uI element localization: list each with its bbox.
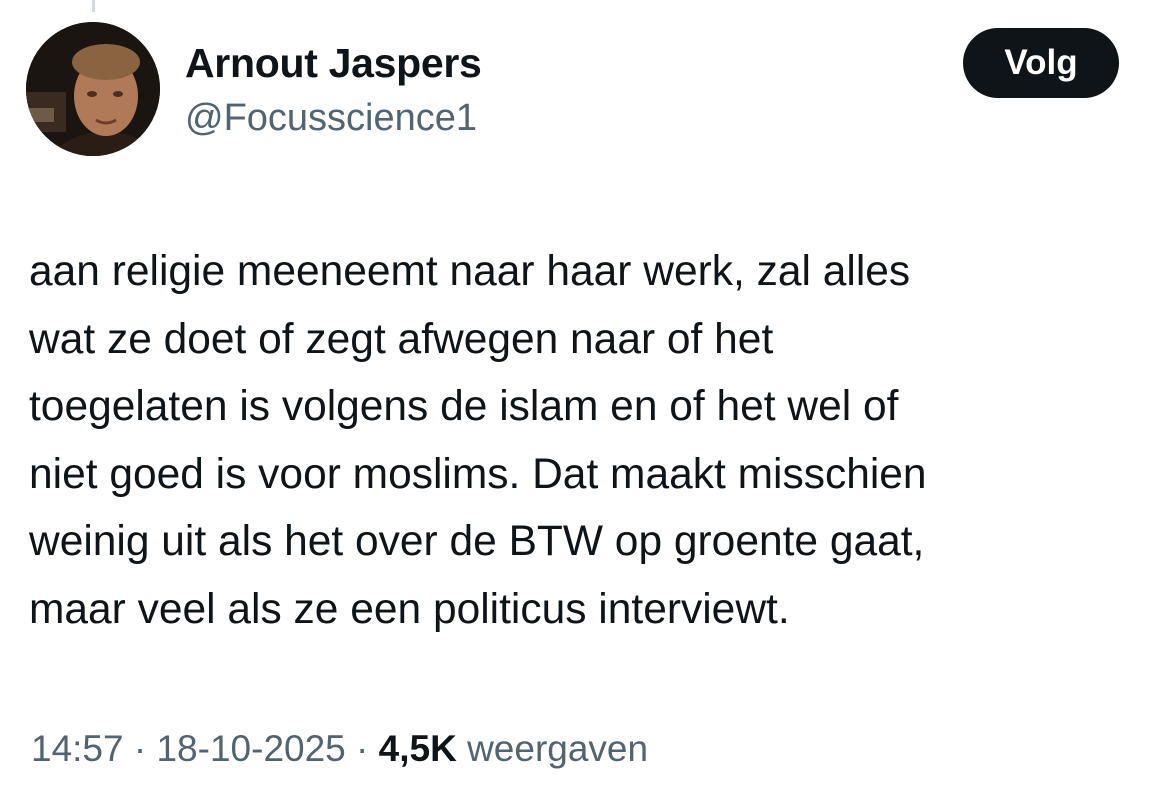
tweet-text-line: maar veel als ze een politicus interview… xyxy=(29,585,790,633)
tweet-text-line: aan religie meeneemt naar haar werk, zal… xyxy=(29,248,911,295)
meta-separator: · xyxy=(356,728,369,769)
tweet-meta: 14:57 · 18-10-2025 · 4,5K weergaven xyxy=(31,728,648,770)
avatar[interactable] xyxy=(26,22,160,156)
tweet-text-line: niet goed is voor moslims. Dat maakt mis… xyxy=(29,450,927,498)
tweet-text-line: wat ze doet of zegt afwegen naar of het xyxy=(29,315,774,363)
views-label[interactable]: weergaven xyxy=(467,728,648,769)
follow-button[interactable]: Volg xyxy=(963,28,1119,98)
meta-separator: · xyxy=(133,728,147,769)
tweet-text-line: toegelaten is volgens de islam en of het… xyxy=(29,383,899,431)
thread-connector-line xyxy=(92,0,95,12)
tweet-text-line: weinig uit als het over de BTW op groent… xyxy=(29,518,925,566)
views-count[interactable]: 4,5K xyxy=(379,728,457,769)
author-name[interactable]: Arnout Jaspers xyxy=(185,40,482,87)
tweet-date[interactable]: 18-10-2025 xyxy=(156,728,345,769)
tweet-text: aan religie meeneemt naar haar werk, zal… xyxy=(29,238,1139,644)
tweet-time[interactable]: 14:57 xyxy=(31,728,124,769)
author-handle[interactable]: @Focusscience1 xyxy=(185,97,477,140)
avatar-photo xyxy=(26,22,160,156)
